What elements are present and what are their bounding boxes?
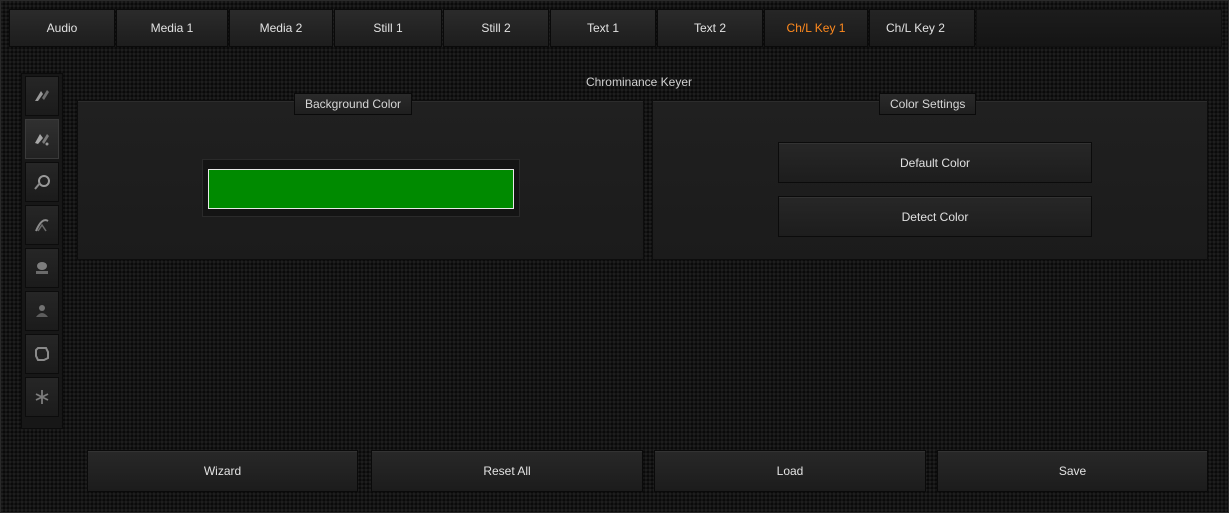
effects-tool-icon xyxy=(35,390,49,404)
chroma-key-alt-tool-icon xyxy=(35,134,49,146)
background-color-panel-label: Background Color xyxy=(294,93,413,115)
person-tool-icon xyxy=(36,305,48,317)
tab-text-2[interactable]: Text 2 xyxy=(657,9,763,47)
tab-still-2[interactable]: Still 2 xyxy=(443,9,549,47)
key-color-swatch[interactable] xyxy=(208,169,514,209)
tool-button-chroma-key[interactable] xyxy=(25,76,59,116)
default-color-button[interactable]: Default Color xyxy=(778,142,1092,183)
tab-bar: Audio Media 1 Media 2 Still 1 Still 2 Te… xyxy=(9,9,1222,47)
tool-button-effects[interactable] xyxy=(25,377,59,417)
color-swatch-frame xyxy=(202,159,520,217)
tab-media-2[interactable]: Media 2 xyxy=(229,9,333,47)
tool-button-crop[interactable] xyxy=(25,334,59,374)
tool-button-spill[interactable] xyxy=(25,205,59,245)
tab-bar-filler xyxy=(976,9,1222,47)
reset-all-button[interactable]: Reset All xyxy=(371,450,643,492)
tool-button-person[interactable] xyxy=(25,291,59,331)
color-picker-tool-icon xyxy=(34,175,50,190)
tool-button-mask[interactable] xyxy=(25,248,59,288)
mask-tool-icon xyxy=(36,262,48,274)
spill-tool-icon xyxy=(35,219,49,232)
tab-chl-key-1[interactable]: Ch/L Key 1 xyxy=(764,9,868,47)
save-button[interactable]: Save xyxy=(937,450,1208,492)
background-color-panel: Background Color xyxy=(77,93,644,260)
tab-media-1[interactable]: Media 1 xyxy=(116,9,228,47)
tool-button-color-picker[interactable] xyxy=(25,162,59,202)
tab-text-1[interactable]: Text 1 xyxy=(550,9,656,47)
section-title: Chrominance Keyer xyxy=(585,75,693,89)
crop-tool-icon xyxy=(35,347,49,361)
detect-color-button[interactable]: Detect Color xyxy=(778,196,1092,237)
chroma-key-tool-icon xyxy=(35,90,49,101)
color-settings-panel-label: Color Settings xyxy=(879,93,977,115)
tool-button-chroma-key-alt[interactable] xyxy=(25,119,59,159)
tab-chl-key-2[interactable]: Ch/L Key 2 xyxy=(869,9,975,47)
wizard-button[interactable]: Wizard xyxy=(87,450,358,492)
tool-column xyxy=(21,73,63,429)
chroma-keyer-window: Audio Media 1 Media 2 Still 1 Still 2 Te… xyxy=(0,0,1229,513)
tab-still-1[interactable]: Still 1 xyxy=(334,9,442,47)
tab-audio[interactable]: Audio xyxy=(9,9,115,47)
color-settings-panel: Color Settings Default Color Detect Colo… xyxy=(652,93,1208,260)
load-button[interactable]: Load xyxy=(654,450,926,492)
